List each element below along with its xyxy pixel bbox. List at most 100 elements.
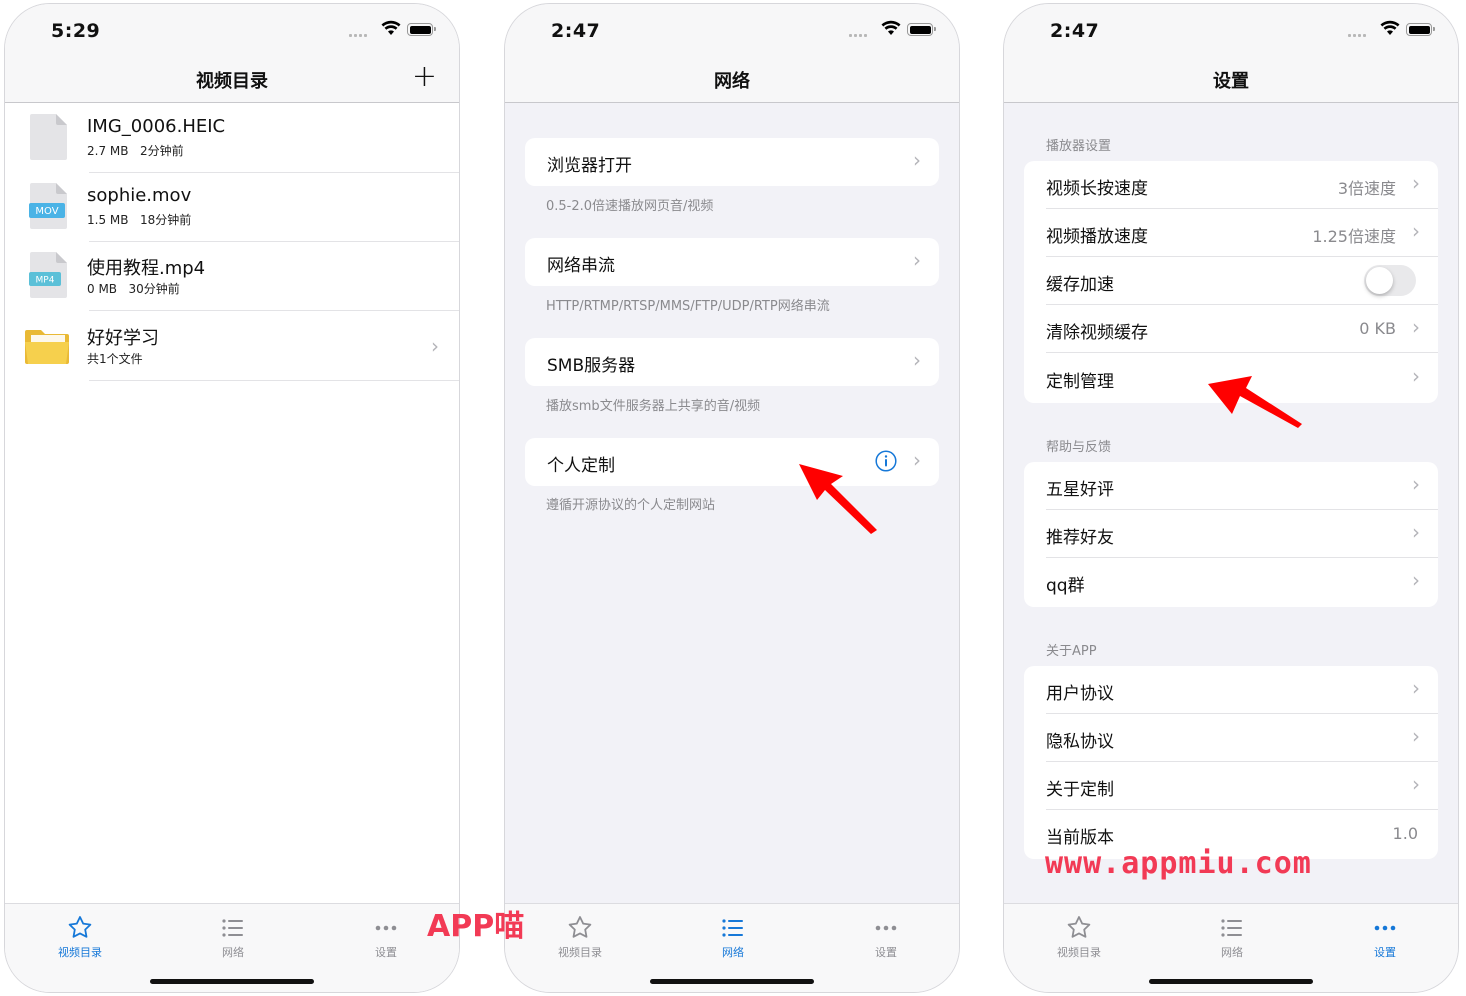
nav-bar: 设置 (1004, 56, 1458, 103)
file-time: 2分钟前 (139, 144, 184, 158)
watermark-right: www.appmiu.com (1045, 846, 1312, 881)
home-indicator (650, 979, 814, 984)
cell-smb-server[interactable]: SMB服务器 › (525, 338, 939, 386)
cell-label: 五星好评 (1046, 480, 1114, 500)
file-meta: 0 MB 30分钟前 (87, 280, 180, 297)
settings-group-about: 用户协议 › 隐私协议 › 关于定制 › 当前版本 1.0 (1024, 666, 1438, 859)
tab-label: 设置 (375, 946, 397, 959)
row-qq-group[interactable]: qq群 › (1024, 558, 1438, 606)
tab-label: 设置 (875, 946, 897, 959)
tab-video-catalog[interactable]: 视频目录 (1039, 914, 1119, 960)
settings-group-help: 五星好评 › 推荐好友 › qq群 › (1024, 462, 1438, 607)
nav-bar: 网络 (505, 56, 959, 103)
cell-network-stream[interactable]: 网络串流 › (525, 238, 939, 286)
row-play-speed[interactable]: 视频播放速度 1.25倍速度 › (1024, 209, 1438, 257)
more-dots-icon (1374, 925, 1396, 931)
cell-label: 清除视频缓存 (1046, 323, 1148, 343)
cell-label: 关于定制 (1046, 780, 1114, 800)
row-recommend[interactable]: 推荐好友 › (1024, 510, 1438, 558)
folder-row[interactable]: 好好学习 共1个文件 › (5, 312, 459, 381)
folder-name: 好好学习 (87, 328, 159, 349)
phone-network: 2:47 网络 浏览器打开 › 0.5-2.0倍速播放网页音/视频 网络串流 › H… (504, 3, 960, 993)
file-name: IMG_0006.HEIC (87, 116, 226, 137)
file-row[interactable]: MOV sophie.mov 1.5 MB 18分钟前 (5, 173, 459, 242)
status-bar: 5:29 (5, 4, 459, 56)
cell-label: 当前版本 (1046, 828, 1114, 848)
star-icon (1067, 916, 1091, 938)
folder-icon (25, 330, 69, 364)
file-name: 使用教程.mp4 (87, 258, 206, 279)
tab-settings[interactable]: 设置 (1345, 914, 1425, 960)
tab-network[interactable]: 网络 (1192, 914, 1272, 960)
cell-label: 视频长按速度 (1046, 179, 1148, 199)
tab-settings[interactable]: 设置 (846, 914, 926, 960)
cell-value: 1.25倍速度 (1312, 227, 1396, 246)
chevron-right-icon: › (1412, 520, 1420, 544)
status-bar: 2:47 (1004, 4, 1458, 56)
battery-icon (1406, 23, 1435, 36)
row-clear-cache[interactable]: 清除视频缓存 0 KB › (1024, 305, 1438, 353)
wifi-icon (381, 20, 401, 35)
cell-browser-open[interactable]: 浏览器打开 › (525, 138, 939, 186)
section-header: 关于APP (1046, 644, 1097, 659)
cell-label: 推荐好友 (1046, 528, 1114, 548)
file-time: 30分钟前 (128, 282, 180, 296)
status-bar: 2:47 (505, 4, 959, 56)
file-size: 2.7 MB (87, 144, 129, 158)
page-title: 设置 (1213, 71, 1249, 92)
watermark-left: APP喵 (427, 909, 525, 944)
chevron-right-icon: › (913, 448, 921, 472)
page-title: 视频目录 (196, 71, 268, 92)
cell-label: 缓存加速 (1046, 275, 1114, 295)
wifi-icon (881, 20, 901, 35)
signal-icon (349, 33, 371, 37)
chevron-right-icon: › (1412, 472, 1420, 496)
chevron-right-icon: › (1412, 219, 1420, 243)
chevron-right-icon: › (1412, 676, 1420, 700)
section-header: 播放器设置 (1046, 139, 1112, 154)
row-about-custom[interactable]: 关于定制 › (1024, 762, 1438, 810)
chevron-right-icon: › (913, 148, 921, 172)
nav-bar: 视频目录 + (5, 56, 459, 103)
tab-bar: 视频目录 网络 设置 (5, 903, 459, 992)
file-row[interactable]: IMG_0006.HEIC 2.7 MB 2分钟前 (5, 104, 459, 173)
cell-footer: HTTP/RTMP/RTSP/MMS/FTP/UDP/RTP网络串流 (546, 299, 830, 314)
tab-network[interactable]: 网络 (193, 914, 273, 960)
tab-settings[interactable]: 设置 (346, 914, 426, 960)
chevron-right-icon: › (1412, 171, 1420, 195)
wifi-icon (1380, 20, 1400, 35)
tab-bar: 视频目录 网络 设置 (1004, 903, 1458, 992)
phone-settings: 2:47 设置 播放器设置 视频长按速度 3倍速度 › 视频播放速度 1.25倍速度 ›… (1003, 3, 1459, 993)
version-value: 1.0 (1392, 824, 1418, 843)
file-badge: MOV (35, 206, 58, 217)
tab-video-catalog[interactable]: 视频目录 (40, 914, 120, 960)
folder-meta: 共1个文件 (87, 352, 143, 366)
signal-icon (849, 33, 871, 37)
row-rate[interactable]: 五星好评 › (1024, 462, 1438, 510)
battery-icon (907, 23, 936, 36)
section-header: 帮助与反馈 (1046, 440, 1112, 455)
annotation-arrow (1208, 376, 1302, 428)
list-icon (722, 919, 743, 937)
cache-accel-toggle[interactable] (1364, 265, 1416, 296)
add-button[interactable]: + (412, 62, 437, 92)
file-row[interactable]: MP4 使用教程.mp4 0 MB 30分钟前 (5, 242, 459, 311)
row-privacy[interactable]: 隐私协议 › (1024, 714, 1438, 762)
status-time: 2:47 (551, 20, 601, 42)
row-user-agreement[interactable]: 用户协议 › (1024, 666, 1438, 714)
chevron-right-icon: › (913, 248, 921, 272)
cell-label: SMB服务器 (547, 356, 636, 376)
cell-label: 视频播放速度 (1046, 227, 1148, 247)
chevron-right-icon: › (431, 334, 439, 358)
tab-label: 网络 (1221, 946, 1243, 959)
row-long-press-speed[interactable]: 视频长按速度 3倍速度 › (1024, 161, 1438, 209)
cell-footer: 播放smb文件服务器上共享的音/视频 (546, 399, 761, 414)
tab-bar: 视频目录 网络 设置 (505, 903, 959, 992)
tab-label: 网络 (222, 946, 244, 959)
cell-label: 个人定制 (547, 456, 615, 476)
tab-network[interactable]: 网络 (693, 914, 773, 960)
cell-value: 0 KB (1359, 319, 1396, 338)
file-badge: MP4 (36, 276, 55, 286)
tab-video-catalog[interactable]: 视频目录 (540, 914, 620, 960)
star-icon (568, 916, 592, 938)
